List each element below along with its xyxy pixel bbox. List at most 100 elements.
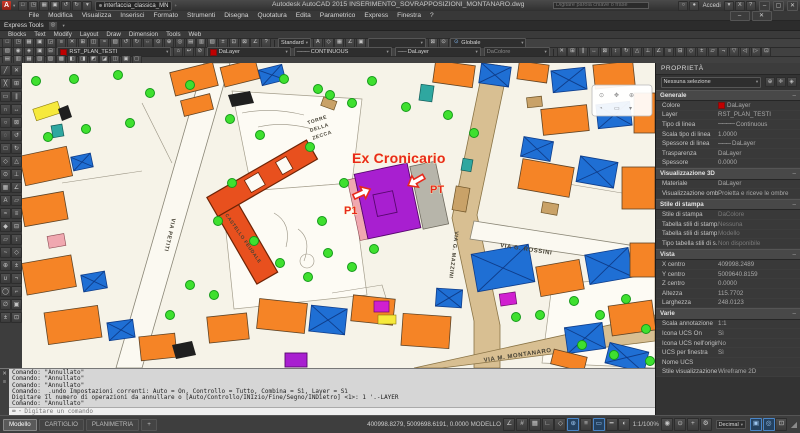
tree-symbol[interactable] [250,237,259,246]
tree-symbol[interactable] [166,311,175,320]
tree-symbol[interactable] [114,71,123,80]
autocad-logo-icon[interactable]: A [2,1,11,10]
tree-symbol[interactable] [210,291,219,300]
tree-symbol[interactable] [368,77,377,86]
tree-symbol[interactable] [228,179,237,188]
express-menu-blocks[interactable]: Blocks [4,31,30,38]
signin-caret-icon[interactable]: ▾ [724,1,734,11]
properties-title[interactable]: PROPRIETÀ [656,63,800,75]
help-icon[interactable]: ? [746,1,756,11]
full-navigation-wheel-icon[interactable]: ⊙ [599,93,604,99]
break-icon[interactable]: ⊟ [11,221,22,232]
extend-icon[interactable]: ≡ [11,208,22,219]
tree-symbol[interactable] [646,357,655,366]
signin-person-icon[interactable]: ● [689,1,699,11]
gradient-icon[interactable]: ~ [0,247,11,258]
mirror-icon[interactable]: ∥ [11,91,22,102]
lengthen-icon[interactable]: ↕ [11,234,22,245]
circle-icon[interactable]: ○ [0,117,11,128]
tree-symbol[interactable] [146,89,155,98]
tree-symbol[interactable] [326,91,335,100]
tree-symbol[interactable] [596,311,605,320]
menu-help[interactable]: ? [426,12,439,19]
tree-symbol[interactable] [470,129,479,138]
orbit-tool-icon[interactable]: ◔ [599,106,603,112]
close-command-icon[interactable]: ✕ [2,371,7,377]
blend-icon[interactable]: ▣ [11,299,22,310]
arc-icon[interactable]: ∩ [0,104,11,115]
close-button[interactable]: ✕ [787,1,798,11]
ellipse-arc-icon[interactable]: ◯ [0,286,11,297]
select-objects-icon[interactable]: ✛ [776,77,786,87]
hardware-acceleration-icon[interactable]: ▣ [750,418,762,431]
showmotion-tool-icon[interactable]: ▭ [614,106,620,112]
express-menu-text[interactable]: Text [30,31,49,38]
copy-icon[interactable]: ⊞ [11,78,22,89]
annotation-scale-icon[interactable]: + [687,418,699,431]
save-icon[interactable]: ▦ [39,1,49,11]
section-vista[interactable]: Vista– [656,249,800,261]
tree-symbol[interactable] [402,103,411,112]
erase-icon[interactable]: ✕ [11,65,22,76]
tree-symbol[interactable] [304,273,313,282]
tree-symbol[interactable] [642,325,651,334]
donut-icon[interactable]: ⊙ [0,169,11,180]
plot-icon[interactable]: ▣ [50,1,60,11]
menu-file[interactable]: File [24,12,44,19]
menu-express[interactable]: Express [360,12,393,19]
menu-parametrico[interactable]: Parametrico [315,12,360,19]
menu-modifica[interactable]: Modifica [44,12,78,19]
signin-label[interactable]: Accedi [703,3,721,9]
move-icon[interactable]: ↻ [11,143,22,154]
tree-symbol[interactable] [256,131,265,140]
offset-icon[interactable]: ↔ [11,104,22,115]
minimize-button[interactable]: – [759,1,770,11]
array-icon[interactable]: ⊠ [11,117,22,128]
lineweight-display-icon[interactable]: ━ [606,418,618,431]
tree-symbol[interactable] [570,297,579,306]
mdi-close-button[interactable]: ✕ [752,11,772,21]
tree-symbol[interactable] [32,77,41,86]
new-tab-icon[interactable]: + [174,3,177,8]
explode-icon[interactable]: ▱ [11,195,22,206]
app-menu-caret-icon[interactable]: ▾ [13,3,15,9]
tree-symbol[interactable] [444,111,453,120]
rotate-icon[interactable]: ↺ [11,130,22,141]
workspace-switching-icon[interactable]: ⚙ [700,418,712,431]
ortho-mode-icon[interactable]: ∟ [542,418,554,431]
tree-symbol[interactable] [82,125,91,134]
tree-symbol[interactable] [512,313,521,322]
tree-symbol[interactable] [276,259,285,268]
annotation-visibility-icon[interactable]: ◉ [661,418,673,431]
text-icon[interactable]: A [0,195,11,206]
tab-express-tools[interactable]: Express Tools [4,22,44,29]
stretch-icon[interactable]: ⊥ [11,169,22,180]
customize-command-icon[interactable]: ≡ [3,379,6,385]
command-history[interactable]: Comando: "Annullato" Comando: "Annullato… [9,369,655,407]
menu-visualizza[interactable]: Visualizza [77,12,116,19]
menu-disegna[interactable]: Disegna [220,12,253,19]
rectangle-icon[interactable]: □ [0,143,11,154]
ellipse-icon[interactable]: ∪ [0,273,11,284]
menu-formato[interactable]: Formato [149,12,183,19]
resize-grip-icon[interactable]: ◢ [791,420,797,429]
qnew-icon[interactable]: □ [18,1,28,11]
dynamic-input-icon[interactable]: ▭ [593,418,605,431]
tree-symbol[interactable] [578,341,587,350]
space-label[interactable]: MODELLO [471,421,501,428]
isolate-objects-icon[interactable]: ◎ [763,418,775,431]
express-menu-dimension[interactable]: Dimension [125,31,162,38]
tree-symbol[interactable] [348,99,357,108]
ex-cronicario-label[interactable]: Ex Cronicario [352,150,446,166]
xline-icon[interactable]: ╳ [0,78,11,89]
recent-commands-caret-icon[interactable]: ▾ [19,409,22,414]
zoom-tool-icon[interactable]: ⊕ [629,93,634,99]
tree-symbol[interactable] [348,263,357,272]
navbar-caret-icon[interactable]: ▾ [629,106,632,112]
express-menu-modify[interactable]: Modify [50,31,76,38]
section-stile-stampa[interactable]: Stile di stampa– [656,199,800,211]
tree-symbol[interactable] [280,75,289,84]
undo-icon[interactable]: ↺ [61,1,71,11]
spline-icon[interactable]: ≈ [0,208,11,219]
polar-tracking-icon[interactable]: ◇ [554,418,566,431]
